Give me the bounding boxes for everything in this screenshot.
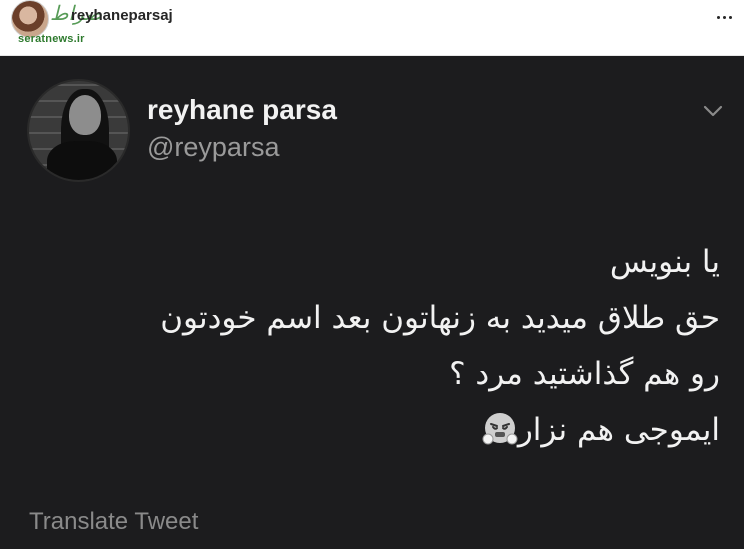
tweet-line-4: ایموجی هم نزار (30, 402, 720, 458)
face-with-steam-icon (482, 413, 518, 445)
tweet-line-2: حق طلاق میدید به زنهاتون بعد اسم خودتون (160, 300, 720, 336)
tweet-card: reyhane parsa @reyparsa یا بنویس حق طلاق… (0, 56, 744, 549)
more-dot (722, 15, 726, 19)
watermark: seratnews.ir (18, 33, 85, 45)
tweet-line-1: یا بنویس (609, 244, 720, 280)
avatar-face (69, 95, 101, 135)
chevron-down-icon[interactable] (702, 100, 724, 122)
translate-tweet-link[interactable]: Translate Tweet (29, 508, 198, 536)
more-dot (728, 15, 732, 19)
tweet-handle[interactable]: @reyparsa (147, 132, 279, 163)
more-options-icon[interactable] (712, 9, 736, 25)
tweet-line-4-text: ایموجی هم نزار (517, 412, 720, 448)
more-dot (716, 15, 720, 19)
tweet-line-3: رو هم گذاشتید مرد ؟ (449, 356, 720, 392)
tweet-display-name[interactable]: reyhane parsa (147, 94, 337, 126)
username[interactable]: reyhaneparsaj (71, 7, 173, 24)
instagram-post-header: صراط reyhaneparsaj seratnews.ir (0, 0, 744, 56)
tweet-avatar[interactable] (27, 79, 130, 182)
avatar-body (47, 141, 117, 180)
tweet-text: یا بنویس حق طلاق میدید به زنهاتون بعد اس… (30, 234, 720, 458)
